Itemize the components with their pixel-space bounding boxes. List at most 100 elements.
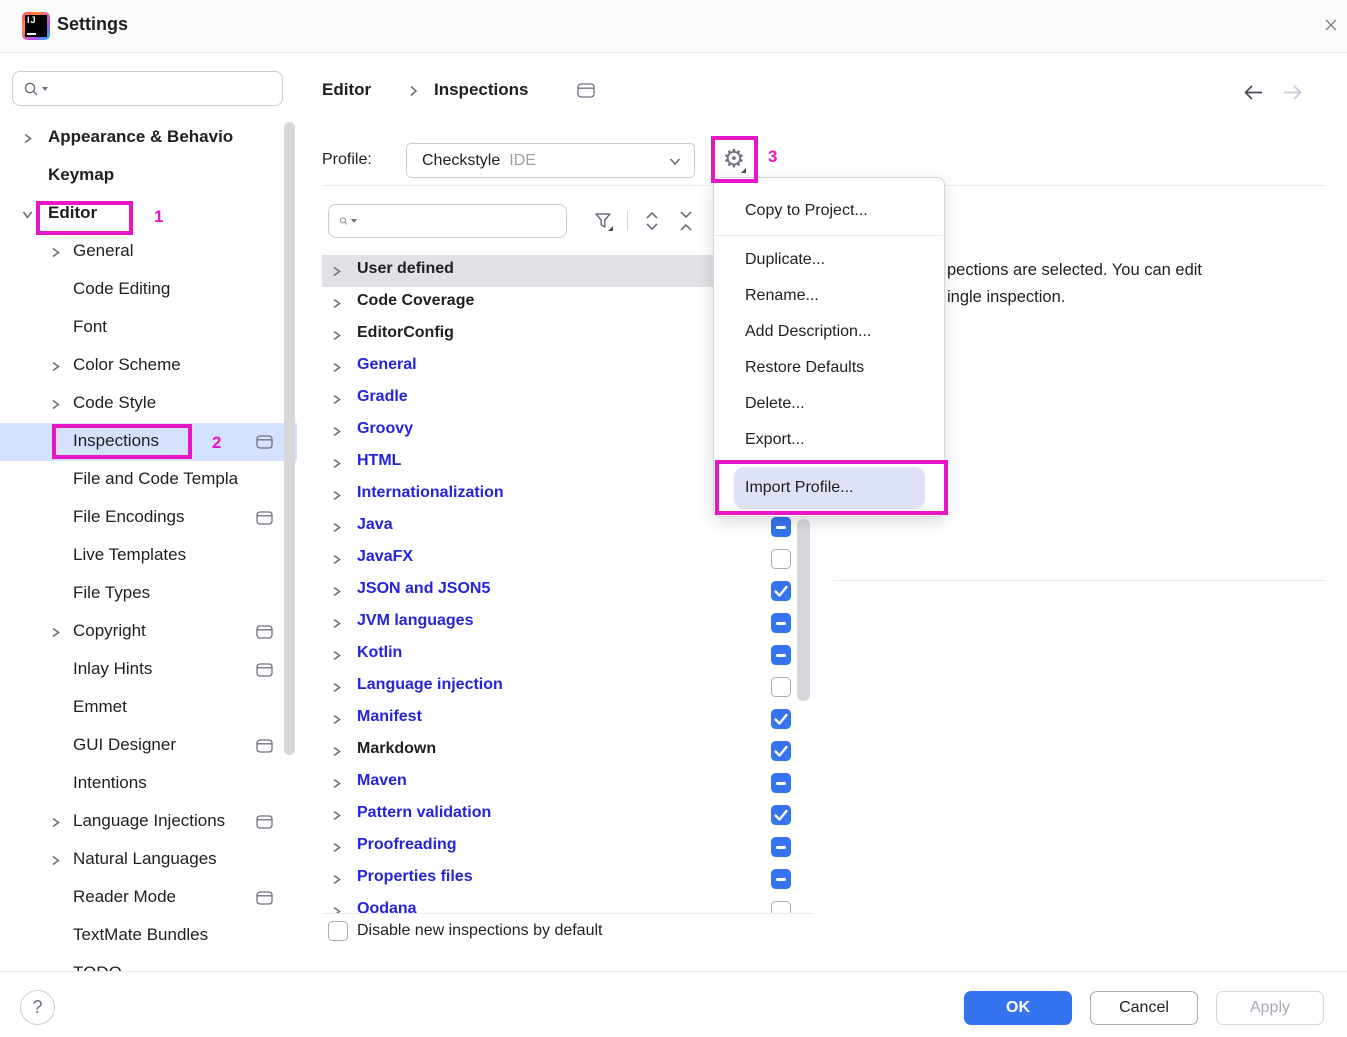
- chevron-right-icon: [330, 905, 343, 913]
- sidebar-item-file-encodings[interactable]: File Encodings: [0, 499, 297, 537]
- menu-item-duplicate[interactable]: Duplicate...: [714, 242, 944, 278]
- menu-item-delete[interactable]: Delete...: [714, 386, 944, 422]
- sidebar-item-file-types[interactable]: File Types: [0, 575, 297, 613]
- tree-row-checkbox[interactable]: [771, 645, 791, 665]
- tree-row-checkbox[interactable]: [771, 581, 791, 601]
- sidebar-item-todo[interactable]: TODO: [0, 955, 297, 971]
- sidebar-item-editor[interactable]: Editor: [0, 195, 297, 233]
- tree-row-label: Pattern validation: [357, 804, 491, 822]
- tree-row-checkbox[interactable]: [771, 869, 791, 889]
- sidebar-item-inspections[interactable]: Inspections: [0, 423, 297, 461]
- sidebar-item-emmet[interactable]: Emmet: [0, 689, 297, 727]
- chevron-right-icon: [330, 873, 343, 886]
- inspections-search[interactable]: [328, 204, 567, 238]
- sidebar-item-general[interactable]: General: [0, 233, 297, 271]
- disable-new-inspections-label: Disable new inspections by default: [357, 922, 602, 940]
- tree-row-label: Groovy: [357, 420, 413, 438]
- inspections-search-input[interactable]: [363, 212, 566, 231]
- tree-row-maven[interactable]: Maven: [322, 767, 812, 799]
- sidebar-item-label: Emmet: [73, 697, 127, 717]
- menu-item-copy-to-project[interactable]: Copy to Project...: [714, 193, 944, 229]
- checkmark-icon: [771, 741, 791, 761]
- sidebar-item-keymap[interactable]: Keymap: [0, 157, 297, 195]
- profile-label: Profile:: [322, 151, 372, 169]
- tree-row-jvm-languages[interactable]: JVM languages: [322, 607, 812, 639]
- sidebar-item-appearance-behavio[interactable]: Appearance & Behavio: [0, 119, 297, 157]
- window-icon[interactable]: [577, 83, 595, 98]
- tree-row-manifest[interactable]: Manifest: [322, 703, 812, 735]
- sidebar-item-code-style[interactable]: Code Style: [0, 385, 297, 423]
- menu-item-import-profile[interactable]: Import Profile...: [734, 467, 925, 509]
- collapse-all-button[interactable]: [673, 208, 699, 234]
- expand-all-button[interactable]: [639, 208, 665, 234]
- tree-row-proofreading[interactable]: Proofreading: [322, 831, 812, 863]
- tree-row-checkbox[interactable]: [771, 741, 791, 761]
- menu-item-add-description[interactable]: Add Description...: [714, 314, 944, 350]
- sidebar-item-live-templates[interactable]: Live Templates: [0, 537, 297, 575]
- sidebar-search[interactable]: [12, 71, 283, 106]
- annotation-label-3: 3: [768, 147, 777, 167]
- tree-row-language-injection[interactable]: Language injection: [322, 671, 812, 703]
- menu-item-export[interactable]: Export...: [714, 422, 944, 458]
- tree-row-checkbox[interactable]: [771, 677, 791, 697]
- tree-row-label: EditorConfig: [357, 324, 454, 342]
- profile-actions-button[interactable]: ⚙: [719, 145, 749, 175]
- sidebar-search-input[interactable]: [54, 79, 282, 98]
- sidebar-item-code-editing[interactable]: Code Editing: [0, 271, 297, 309]
- tree-row-checkbox[interactable]: [771, 549, 791, 569]
- tree-row-checkbox[interactable]: [771, 773, 791, 793]
- chevron-right-icon: [330, 553, 343, 566]
- sidebar-item-natural-languages[interactable]: Natural Languages: [0, 841, 297, 879]
- tree-row-checkbox[interactable]: [771, 709, 791, 729]
- chevron-down-icon: [21, 208, 34, 221]
- tree-row-markdown[interactable]: Markdown: [322, 735, 812, 767]
- sidebar-item-file-and-code-templa[interactable]: File and Code Templa: [0, 461, 297, 499]
- back-button[interactable]: [1243, 84, 1263, 101]
- tree-row-checkbox[interactable]: [771, 613, 791, 633]
- sidebar-item-copyright[interactable]: Copyright: [0, 613, 297, 651]
- forward-button[interactable]: [1283, 84, 1303, 101]
- menu-item-rename[interactable]: Rename...: [714, 278, 944, 314]
- chevron-right-icon: [330, 265, 343, 278]
- sidebar-item-textmate-bundles[interactable]: TextMate Bundles: [0, 917, 297, 955]
- tree-row-checkbox[interactable]: [771, 517, 791, 537]
- tree-row-pattern-validation[interactable]: Pattern validation: [322, 799, 812, 831]
- close-button[interactable]: [1318, 12, 1344, 38]
- menu-item-restore-defaults[interactable]: Restore Defaults: [714, 350, 944, 386]
- tree-row-checkbox[interactable]: [771, 837, 791, 857]
- chevron-right-icon: [330, 425, 343, 438]
- chevron-right-icon: [330, 649, 343, 662]
- cancel-button[interactable]: Cancel: [1090, 991, 1198, 1025]
- sidebar-item-gui-designer[interactable]: GUI Designer: [0, 727, 297, 765]
- profile-select[interactable]: Checkstyle IDE: [406, 143, 695, 178]
- tree-row-javafx[interactable]: JavaFX: [322, 543, 812, 575]
- indeterminate-dash-icon: [776, 654, 786, 657]
- tree-row-checkbox[interactable]: [771, 901, 791, 913]
- sidebar-item-intentions[interactable]: Intentions: [0, 765, 297, 803]
- chevron-right-icon: [330, 681, 343, 694]
- sidebar-item-color-scheme[interactable]: Color Scheme: [0, 347, 297, 385]
- gear-dropdown-triangle-icon: [741, 168, 746, 173]
- sidebar-item-language-injections[interactable]: Language Injections: [0, 803, 297, 841]
- tree-row-checkbox[interactable]: [771, 805, 791, 825]
- window-icon: [256, 891, 273, 905]
- sidebar-item-inlay-hints[interactable]: Inlay Hints: [0, 651, 297, 689]
- sidebar-item-reader-mode[interactable]: Reader Mode: [0, 879, 297, 917]
- tree-row-properties-files[interactable]: Properties files: [322, 863, 812, 895]
- disable-new-inspections-checkbox[interactable]: [328, 921, 348, 941]
- sidebar-scrollbar-thumb[interactable]: [284, 122, 295, 755]
- tree-row-json-and-json5[interactable]: JSON and JSON5: [322, 575, 812, 607]
- breadcrumb-editor[interactable]: Editor: [322, 80, 371, 99]
- sidebar-item-font[interactable]: Font: [0, 309, 297, 347]
- tree-scrollbar-thumb[interactable]: [797, 519, 810, 701]
- apply-button[interactable]: Apply: [1216, 991, 1324, 1025]
- ok-button[interactable]: OK: [964, 991, 1072, 1025]
- filter-button[interactable]: [590, 208, 616, 234]
- tree-row-qodana[interactable]: Qodana: [322, 895, 812, 913]
- tree-row-label: JSON and JSON5: [357, 580, 490, 598]
- sidebar-item-label: Font: [73, 317, 107, 337]
- breadcrumb-current: Inspections: [434, 80, 528, 100]
- tree-row-kotlin[interactable]: Kotlin: [322, 639, 812, 671]
- description-text-line-1: pections are selected. You can edit: [947, 261, 1202, 280]
- help-button[interactable]: ?: [20, 990, 55, 1025]
